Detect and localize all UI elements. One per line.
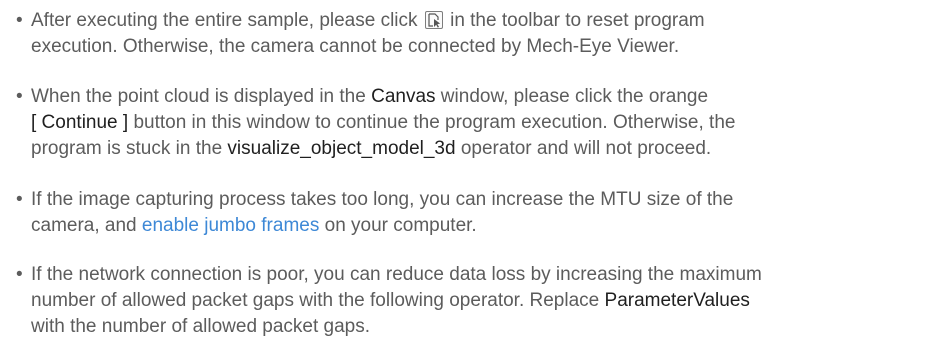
reset-program-icon[interactable] [424,11,443,29]
bullet: • [16,264,23,285]
text-segment: operator and will not proceed. [455,138,712,159]
note-line: After executing the entire sample, pleas… [31,8,936,34]
note-line: [ Continue ] button in this window to co… [31,110,936,136]
note-line: When the point cloud is displayed in the… [31,84,936,110]
note-line: program is stuck in the visualize_object… [31,136,936,162]
text-segment: number of allowed packet gaps with the f… [31,290,605,311]
text-segment: When the point cloud is displayed in the [31,86,372,107]
note-line: execution. Otherwise, the camera cannot … [31,36,680,57]
bullet: • [16,189,23,210]
note-line: with the number of allowed packet gaps. [31,316,371,337]
note-text: If the network connection is poor, you c… [31,262,936,340]
text-segment: camera, and [31,215,142,236]
enable-jumbo-frames-link[interactable]: enable jumbo frames [142,215,319,236]
text-segment: on your computer. [319,215,477,236]
continue-button-term: [ Continue ] [31,112,129,133]
canvas-window-term: Canvas [371,86,436,107]
text-segment: After executing the entire sample, pleas… [31,10,423,31]
note-text: After executing the entire sample, pleas… [31,8,936,60]
operator-name-term: visualize_object_model_3d [227,138,456,159]
bullet: • [16,86,23,107]
note-text: If the image capturing process takes too… [31,187,936,239]
note-line: If the network connection is poor, you c… [31,264,762,285]
text-segment: button in this window to continue the pr… [128,112,736,133]
text-segment: program is stuck in the [31,138,228,159]
text-segment: window, please click the orange [435,86,709,107]
note-line: camera, and enable jumbo frames on your … [31,213,936,239]
note-text: When the point cloud is displayed in the… [31,84,936,162]
bullet: • [16,10,23,31]
parameter-values-term: ParameterValues [604,290,750,311]
note-line: If the image capturing process takes too… [31,189,734,210]
text-segment: in the toolbar to reset program [444,10,705,31]
note-line: number of allowed packet gaps with the f… [31,288,936,314]
